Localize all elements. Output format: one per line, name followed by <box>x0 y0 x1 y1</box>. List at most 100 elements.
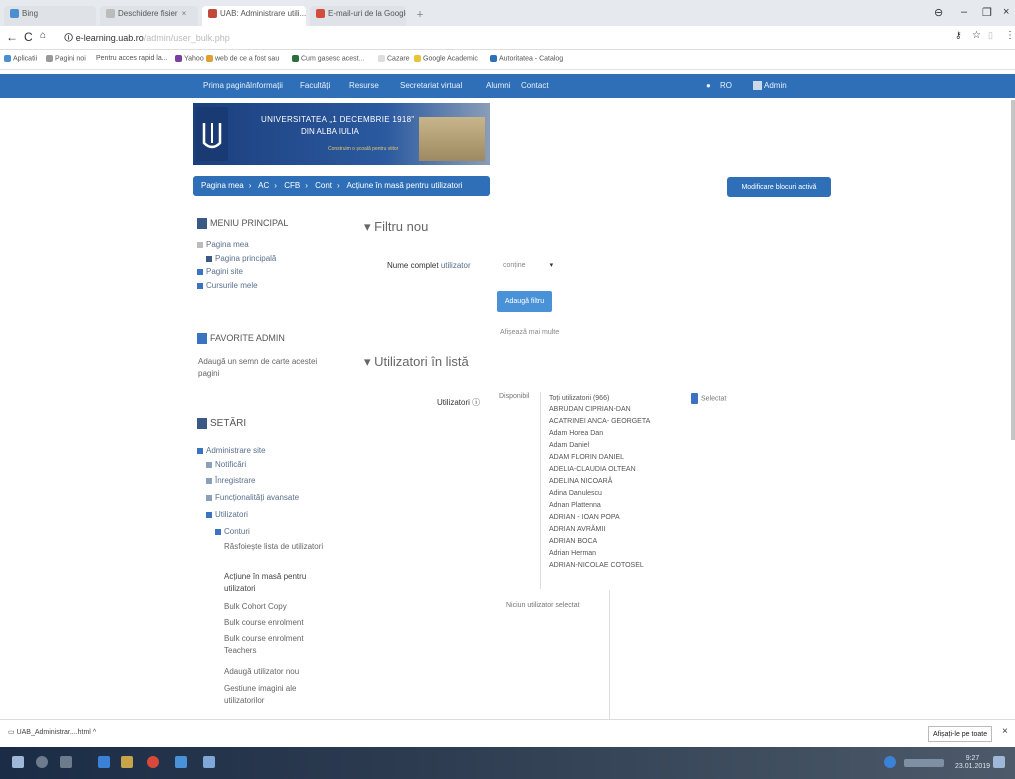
system-tray-icons[interactable] <box>904 759 944 767</box>
bookmark-academic[interactable]: Google Academic <box>414 55 478 62</box>
edit-blocks-button[interactable]: Modificare blocuri activă <box>727 177 831 197</box>
settings-registration[interactable]: Înregistrare <box>206 476 255 485</box>
user-icon[interactable] <box>884 756 896 768</box>
browser-tab-bing[interactable]: Bing <box>4 6 96 26</box>
users-list-section-title[interactable]: ▾ Utilizatori în listă <box>364 354 469 370</box>
star-icon[interactable]: ☆ <box>972 30 981 41</box>
list-item[interactable]: ADRIAN AVRĂMII <box>549 526 605 533</box>
settings-users[interactable]: Utilizatori <box>206 510 248 519</box>
close-icon[interactable]: × <box>1002 726 1008 737</box>
page-scrollbar[interactable] <box>1011 100 1015 440</box>
list-item[interactable]: Adam Horea Dan <box>549 430 603 437</box>
settings-bulk-enrolment-teachers[interactable]: Bulk course enrolment Teachers <box>224 633 324 657</box>
filter-operator-select[interactable]: conține ▾ <box>500 258 570 274</box>
notification-icon[interactable]: ● <box>706 81 711 90</box>
show-more-link[interactable]: Afișează mai multe <box>500 329 559 336</box>
user-menu[interactable]: Admin <box>753 81 787 91</box>
list-item[interactable]: ADRIAN BOCA <box>549 538 597 545</box>
breadcrumb-cfb[interactable]: CFB <box>284 181 300 190</box>
file-explorer-icon[interactable] <box>121 756 133 768</box>
list-item[interactable]: ACATRINEI ANCA- GEORGETA <box>549 418 650 425</box>
nav-secretariat[interactable]: Secretariat virtual <box>400 81 462 90</box>
list-item[interactable]: ADELIA-CLAUDIA OLTEAN <box>549 466 636 473</box>
filter-section-title[interactable]: ▾ Filtru nou <box>364 219 428 235</box>
menu-my-courses[interactable]: Cursurile mele <box>197 281 258 290</box>
bookmark-web[interactable]: web de ce a fost sau <box>206 55 279 62</box>
breadcrumb-home[interactable]: Pagina mea <box>201 181 244 190</box>
settings-site-admin[interactable]: Administrare site <box>197 446 266 455</box>
search-icon[interactable] <box>36 756 48 768</box>
university-banner[interactable]: UNIVERSITATEA „1 DECEMBRIE 1918" DIN ALB… <box>193 103 490 165</box>
nav-info[interactable]: Informații <box>250 81 283 90</box>
restore-icon[interactable]: ❐ <box>982 6 992 19</box>
nav-alumni[interactable]: Alumni <box>486 81 510 90</box>
edge-icon[interactable] <box>98 756 110 768</box>
close-icon[interactable]: × <box>182 9 187 18</box>
help-icon[interactable]: ⓘ <box>472 398 480 407</box>
task-view-icon[interactable] <box>60 756 72 768</box>
list-item[interactable]: ADAM FLORIN DANIEL <box>549 454 624 461</box>
add-filter-button[interactable]: Adaugă filtru <box>497 291 552 312</box>
list-item[interactable]: Adrian Herman <box>549 550 596 557</box>
breadcrumb-ac[interactable]: AC <box>258 181 269 190</box>
bookmark-quick[interactable]: Pentru acces rapid la... <box>96 55 168 62</box>
browser-tab-uab[interactable]: UAB: Administrare utili...× <box>202 6 306 26</box>
app-icon[interactable] <box>203 756 215 768</box>
extension-icon[interactable]: ▯ <box>988 30 993 41</box>
menu-my-page[interactable]: Pagina mea <box>197 240 249 249</box>
language-menu[interactable]: RO <box>720 81 732 90</box>
settings-accounts[interactable]: Conturi <box>215 527 250 536</box>
nav-home[interactable]: Prima pagină <box>203 81 250 90</box>
list-item[interactable]: Adina Danulescu <box>549 490 602 497</box>
bookmark-pages[interactable]: Pagini noi <box>46 55 86 62</box>
list-item[interactable]: Adnan Plattenna <box>549 502 601 509</box>
new-tab-button[interactable]: ＋ <box>410 6 432 26</box>
menu-home-page[interactable]: Pagina principală <box>206 254 276 263</box>
notifications-icon[interactable] <box>993 756 1005 768</box>
breadcrumb-current[interactable]: Acțiune în masă pentru utilizatori <box>346 181 462 190</box>
available-users-list[interactable]: Toți utilizatorii (966) ABRUDAN CIPRIAN-… <box>540 392 650 589</box>
bookmark-yahoo[interactable]: Yahoo <box>175 55 204 62</box>
bookmark-how[interactable]: Cum gasesc acest... <box>292 55 364 62</box>
settings-notifications[interactable]: Notificări <box>206 460 246 469</box>
app-icon[interactable] <box>175 756 187 768</box>
clock[interactable]: 9:27 23.01.2019 <box>955 755 990 771</box>
chrome-icon[interactable] <box>147 756 159 768</box>
bookmark-cazare[interactable]: Cazare <box>378 55 410 62</box>
favorites-add-link[interactable]: Adaugă un semn de carte acestei pagini <box>198 356 333 380</box>
download-item[interactable]: ▭ UAB_Administrar....html ^ <box>8 728 96 736</box>
show-all-downloads-button[interactable]: Afișați-le pe toate <box>928 726 993 742</box>
list-item[interactable]: ADRIAN-NICOLAE COTOSEL <box>549 562 644 569</box>
reload-icon[interactable]: C <box>24 30 33 44</box>
nav-faculties[interactable]: Facultăți <box>300 81 330 90</box>
browser-tab-gmail[interactable]: E-mail-uri de la Google× <box>310 6 406 26</box>
list-item[interactable]: ABRUDAN CIPRIAN-DAN <box>549 406 631 413</box>
menu-icon[interactable]: ⋮ <box>1005 30 1015 41</box>
nav-contact[interactable]: Contact <box>521 81 549 90</box>
minimize-icon[interactable]: – <box>961 6 967 18</box>
list-item[interactable]: Toți utilizatorii (966) <box>549 395 609 402</box>
browser-tab-file[interactable]: Deschidere fisier × <box>100 6 198 26</box>
breadcrumb-account[interactable]: Cont <box>315 181 332 190</box>
settings-advanced[interactable]: Funcționalități avansate <box>206 493 299 502</box>
list-item[interactable]: ADELINA NICOARĂ <box>549 478 612 485</box>
list-item[interactable]: ADRIAN - IOAN POPA <box>549 514 620 521</box>
url-field[interactable]: 🛈 e-learning.uab.ro/admin/user_bulk.php <box>64 31 230 47</box>
bookmark-catalog[interactable]: Autoritatea - Catalog <box>490 55 563 62</box>
settings-add-user[interactable]: Adaugă utilizator nou <box>224 666 324 678</box>
settings-bulk-course-enrolment[interactable]: Bulk course enrolment <box>224 617 324 629</box>
back-icon[interactable]: ← <box>6 30 18 44</box>
key-icon[interactable]: ⚷ <box>955 30 962 41</box>
close-window-icon[interactable]: × <box>1003 6 1009 18</box>
home-icon[interactable]: ⌂ <box>40 30 46 41</box>
profile-icon[interactable]: ⊖ <box>934 6 943 19</box>
settings-bulk-cohort-copy[interactable]: Bulk Cohort Copy <box>224 601 324 613</box>
settings-user-pictures[interactable]: Gestiune imagini ale utilizatorilor <box>224 683 324 707</box>
nav-resources[interactable]: Resurse <box>349 81 379 90</box>
menu-site-pages[interactable]: Pagini site <box>197 267 243 276</box>
bookmark-apps[interactable]: Aplicatii <box>4 55 37 62</box>
settings-browse-users[interactable]: Răsfoiește lista de utilizatori <box>224 541 324 553</box>
list-item[interactable]: Adam Daniel <box>549 442 589 449</box>
start-icon[interactable] <box>12 756 24 768</box>
settings-bulk-user-actions[interactable]: Acțiune în masă pentru utilizatori <box>224 571 334 595</box>
